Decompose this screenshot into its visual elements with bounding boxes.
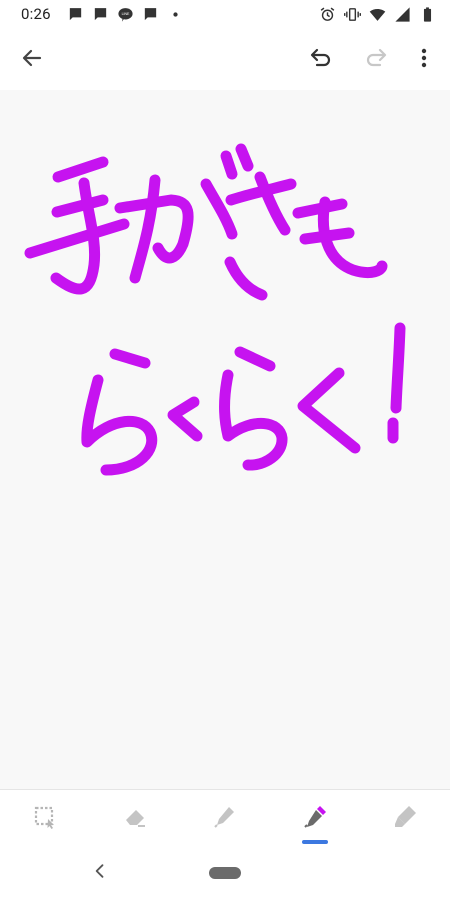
system-nav-bar — [0, 847, 450, 900]
lasso-select-button[interactable] — [28, 802, 62, 836]
alarm-icon — [319, 6, 336, 23]
arrow-back-icon — [20, 46, 44, 74]
highlighter-icon — [391, 803, 419, 835]
eraser-icon — [121, 803, 149, 835]
nav-back-icon — [90, 861, 110, 885]
message-icon — [142, 6, 159, 23]
signal-icon — [394, 6, 411, 23]
nav-back-button[interactable] — [88, 861, 112, 885]
status-time: 0:26 — [21, 5, 51, 23]
notification-icons: LINE — [67, 6, 184, 23]
drawing-canvas[interactable] — [0, 90, 450, 790]
back-button[interactable] — [14, 42, 50, 78]
battery-icon — [419, 6, 436, 23]
svg-text:LINE: LINE — [121, 12, 129, 16]
dot-icon — [167, 6, 184, 23]
status-bar: 0:26 LINE — [0, 0, 450, 28]
wifi-icon — [369, 6, 386, 23]
undo-button[interactable] — [303, 42, 339, 78]
app-bar — [0, 28, 450, 90]
redo-icon — [364, 46, 388, 74]
marker-icon — [301, 803, 329, 835]
system-icons — [319, 6, 436, 23]
lasso-select-icon — [31, 803, 59, 835]
vibrate-icon — [344, 6, 361, 23]
marker-button[interactable] — [298, 802, 332, 836]
message-icon — [92, 6, 109, 23]
drawing-toolbar — [0, 790, 450, 847]
highlighter-button[interactable] — [388, 802, 422, 836]
undo-icon — [309, 46, 333, 74]
pen-button[interactable] — [208, 802, 242, 836]
more-options-button[interactable] — [406, 42, 442, 78]
line-icon: LINE — [117, 6, 134, 23]
more-vert-icon — [412, 46, 436, 74]
eraser-button[interactable] — [118, 802, 152, 836]
handwriting-strokes — [24, 143, 406, 476]
selected-tool-indicator — [302, 840, 328, 844]
redo-button[interactable] — [358, 42, 394, 78]
home-pill-icon[interactable] — [209, 867, 241, 879]
message-icon — [67, 6, 84, 23]
pen-icon — [211, 803, 239, 835]
